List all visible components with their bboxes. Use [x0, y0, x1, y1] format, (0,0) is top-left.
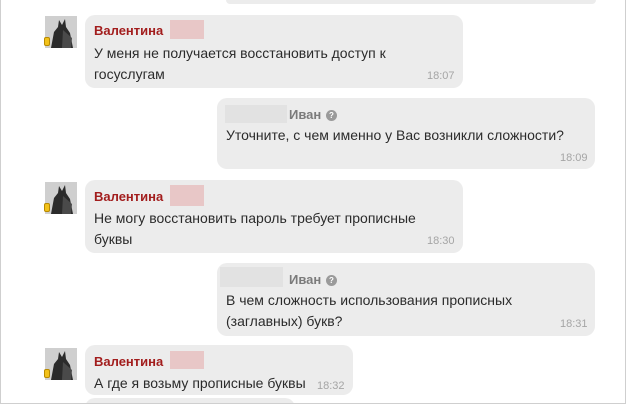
- chat-window: Валентина У меня не получается восстанов…: [0, 0, 626, 404]
- message-bubble-incoming: Валентина А где я возьму прописные буквы…: [85, 345, 353, 395]
- message-time: 18:07: [427, 70, 455, 82]
- sender-name: Валентина: [94, 189, 164, 204]
- message-text: В чем сложность использования прописных …: [226, 292, 513, 329]
- message-bubble-outgoing: Иван ? В чем сложность использования про…: [217, 263, 595, 336]
- message-time: 18:31: [560, 318, 588, 330]
- redacted-surname: [170, 20, 204, 39]
- message-bubble-outgoing: Иван ? Уточните, с чем именно у Вас возн…: [217, 98, 595, 169]
- redacted-surname: [225, 105, 287, 123]
- redacted-surname: [170, 185, 204, 206]
- sender-name: Иван: [289, 107, 322, 122]
- mobile-status-icon: [44, 203, 50, 212]
- message-text: Уточните, с чем именно у Вас возникли сл…: [226, 127, 564, 143]
- sender-name: Валентина: [94, 354, 164, 369]
- sender-name: Иван: [289, 272, 322, 287]
- mobile-status-icon: [44, 369, 50, 378]
- mobile-status-icon: [44, 37, 50, 46]
- previous-message-bubble: [226, 0, 596, 4]
- question-circle-icon[interactable]: ?: [326, 275, 337, 286]
- question-circle-icon[interactable]: ?: [326, 110, 337, 121]
- message-time: 18:30: [427, 235, 455, 247]
- redacted-surname: [170, 351, 204, 369]
- message-time: 18:09: [560, 152, 588, 164]
- message-text: У меня не получается восстановить доступ…: [94, 45, 386, 82]
- message-time: 18:32: [317, 380, 345, 392]
- sender-name: Валентина: [94, 23, 164, 38]
- message-text: Не могу восстановить пароль требует проп…: [94, 210, 416, 247]
- message-bubble-incoming: Валентина У меня не получается восстанов…: [85, 15, 463, 88]
- message-text: А где я возьму прописные буквы: [94, 375, 306, 391]
- redacted-surname: [220, 267, 283, 287]
- next-message-bubble: [85, 398, 295, 403]
- message-bubble-incoming: Валентина Не могу восстановить пароль тр…: [85, 180, 463, 253]
